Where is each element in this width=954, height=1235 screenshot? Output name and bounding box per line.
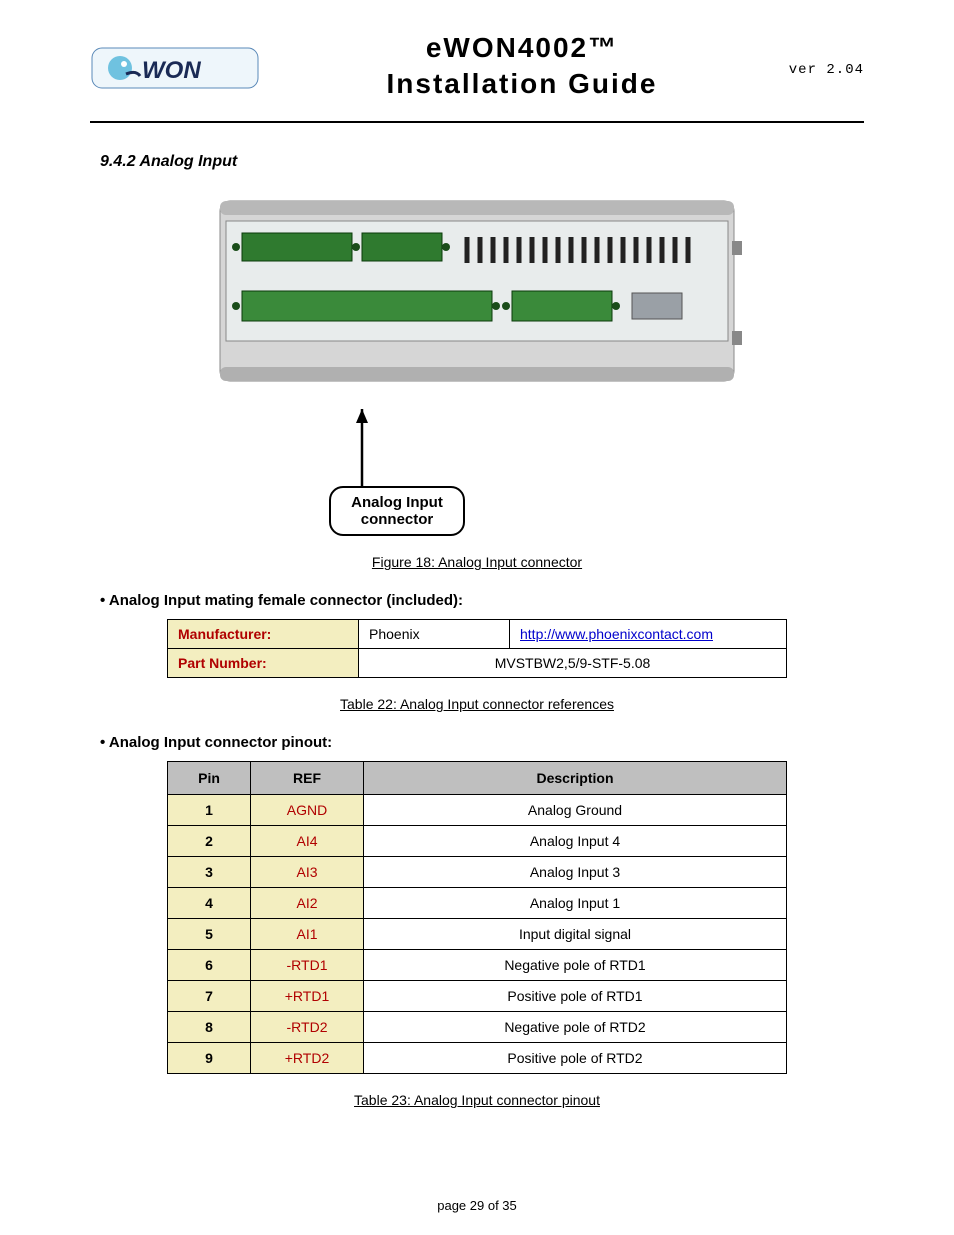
ref-cell: AI4 <box>251 826 364 857</box>
svg-text:WON: WON <box>142 57 201 84</box>
desc-cell: Analog Ground <box>364 795 787 826</box>
label-cell: Part Number: <box>168 649 359 678</box>
connector-info-table: Manufacturer: Phoenix http://www.phoenix… <box>167 619 787 678</box>
value-cell: http://www.phoenixcontact.com <box>510 620 787 649</box>
table-header-row: Pin REF Description <box>168 762 787 795</box>
figure-caption: Figure 18: Analog Input connector <box>90 554 864 570</box>
desc-cell: Input digital signal <box>364 919 787 950</box>
pinout-table: Pin REF Description 1AGNDAnalog Ground2A… <box>167 761 787 1074</box>
ref-cell: AI2 <box>251 888 364 919</box>
col-header-desc: Description <box>364 762 787 795</box>
desc-cell: Positive pole of RTD2 <box>364 1043 787 1074</box>
pin-cell: 3 <box>168 857 251 888</box>
table-row: 5AI1Input digital signal <box>168 919 787 950</box>
desc-cell: Negative pole of RTD1 <box>364 950 787 981</box>
table-row: 4AI2Analog Input 1 <box>168 888 787 919</box>
pin-cell: 4 <box>168 888 251 919</box>
pin-cell: 9 <box>168 1043 251 1074</box>
ref-cell: AI3 <box>251 857 364 888</box>
table-row: Part Number: MVSTBW2,5/9-STF-5.08 <box>168 649 787 678</box>
callout-line-1: Analog Input <box>351 494 443 511</box>
ref-cell: AGND <box>251 795 364 826</box>
desc-cell: Negative pole of RTD2 <box>364 1012 787 1043</box>
desc-cell: Analog Input 4 <box>364 826 787 857</box>
pin-cell: 2 <box>168 826 251 857</box>
label-cell: Manufacturer: <box>168 620 359 649</box>
doc-version: ver 2.04 <box>784 54 864 78</box>
table-row: 7+RTD1Positive pole of RTD1 <box>168 981 787 1012</box>
col-header-pin: Pin <box>168 762 251 795</box>
callout-line-2: connector <box>361 511 434 528</box>
title-line-2: Installation Guide <box>387 68 658 99</box>
section-heading: 9.4.2 Analog Input <box>100 153 864 171</box>
figure-18: Analog Input connector Figure 18: Analog… <box>90 191 864 571</box>
desc-cell: Positive pole of RTD1 <box>364 981 787 1012</box>
col-header-ref: REF <box>251 762 364 795</box>
table-row: 3AI3Analog Input 3 <box>168 857 787 888</box>
device-illustration <box>212 191 742 406</box>
logo: WON <box>90 38 260 95</box>
pinout-heading: • Analog Input connector pinout: <box>100 734 864 751</box>
table-row: 1AGNDAnalog Ground <box>168 795 787 826</box>
table-row: 6-RTD1Negative pole of RTD1 <box>168 950 787 981</box>
pin-cell: 1 <box>168 795 251 826</box>
ref-cell: AI1 <box>251 919 364 950</box>
pin-cell: 5 <box>168 919 251 950</box>
manufacturer-link[interactable]: http://www.phoenixcontact.com <box>520 626 713 642</box>
value-cell: Phoenix <box>359 620 510 649</box>
table-caption: Table 23: Analog Input connector pinout <box>90 1092 864 1108</box>
page-header: WON eWON4002™ Installation Guide ver 2.0… <box>90 30 864 123</box>
table-row: 2AI4Analog Input 4 <box>168 826 787 857</box>
title-line-1: eWON4002™ <box>426 32 618 63</box>
doc-title: eWON4002™ Installation Guide <box>260 30 784 103</box>
ref-cell: -RTD2 <box>251 1012 364 1043</box>
figure-callout: Analog Input connector <box>329 486 465 537</box>
desc-cell: Analog Input 3 <box>364 857 787 888</box>
table-row: 9+RTD2Positive pole of RTD2 <box>168 1043 787 1074</box>
pin-cell: 6 <box>168 950 251 981</box>
table-row: 8-RTD2Negative pole of RTD2 <box>168 1012 787 1043</box>
connector-info-heading: • Analog Input mating female connector (… <box>100 592 864 609</box>
table-row: Manufacturer: Phoenix http://www.phoenix… <box>168 620 787 649</box>
ref-cell: +RTD1 <box>251 981 364 1012</box>
value-cell: MVSTBW2,5/9-STF-5.08 <box>359 649 787 678</box>
desc-cell: Analog Input 1 <box>364 888 787 919</box>
pin-cell: 7 <box>168 981 251 1012</box>
table-caption: Table 22: Analog Input connector referen… <box>90 696 864 712</box>
page-footer: page 29 of 35 <box>90 1198 864 1213</box>
pin-cell: 8 <box>168 1012 251 1043</box>
ref-cell: -RTD1 <box>251 950 364 981</box>
ref-cell: +RTD2 <box>251 1043 364 1074</box>
